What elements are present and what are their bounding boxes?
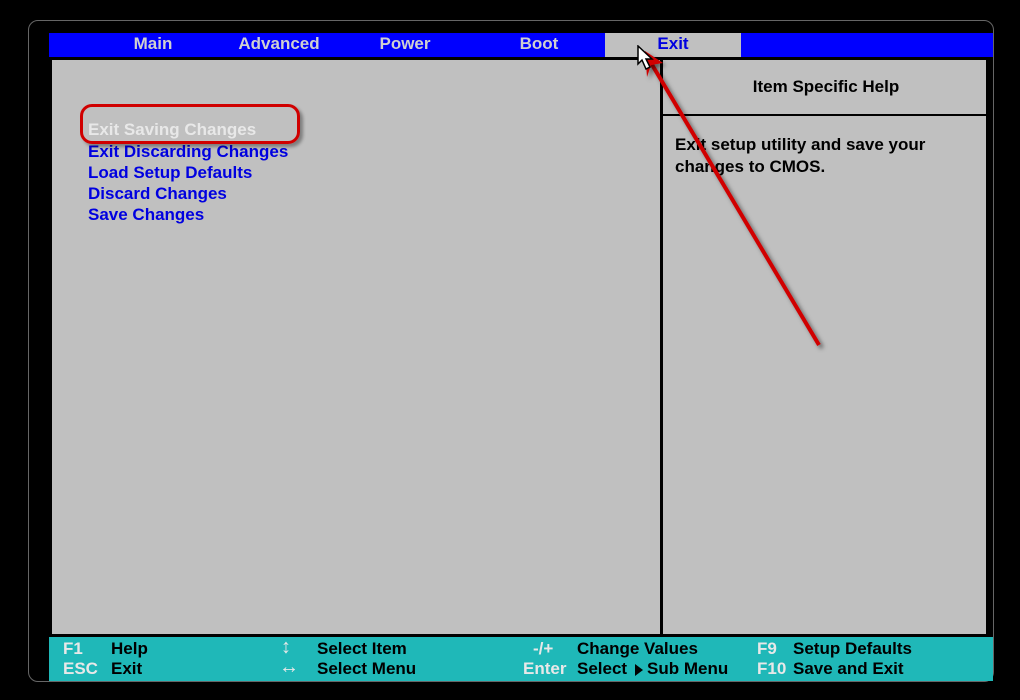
help-title: Item Specific Help [663, 60, 989, 116]
exit-menu-item-4[interactable]: Save Changes [88, 205, 204, 225]
label-help: Help [111, 639, 148, 659]
label-select-item: Select Item [317, 639, 407, 659]
help-text: Exit setup utility and save your changes… [675, 134, 977, 178]
key-f10: F10 [757, 659, 786, 679]
key-f1: F1 [63, 639, 83, 659]
bios-frame: Main Advanced Power Boot Exit Exit Saving Ch… [28, 20, 994, 682]
menubar: Main Advanced Power Boot Exit [49, 33, 993, 57]
key-minus-plus: -/+ [533, 639, 553, 659]
label-setup-defaults: Setup Defaults [793, 639, 912, 659]
menubar-tab-main[interactable]: Main [103, 33, 203, 57]
body-area: Exit Saving ChangesExit Discarding Chang… [49, 57, 989, 637]
updown-icon: ↕ [281, 637, 291, 657]
label-select-menu: Select Menu [317, 659, 416, 679]
exit-menu-item-1[interactable]: Exit Discarding Changes [88, 142, 288, 162]
exit-menu-item-2[interactable]: Load Setup Defaults [88, 163, 252, 183]
label-save-and-exit: Save and Exit [793, 659, 904, 679]
key-enter: Enter [523, 659, 566, 679]
menubar-tab-advanced[interactable]: Advanced [219, 33, 339, 57]
label-exit: Exit [111, 659, 142, 679]
help-pane: Item Specific Help Exit setup utility an… [660, 60, 989, 634]
exit-menu-item-0[interactable]: Exit Saving Changes [88, 120, 256, 140]
key-esc: ESC [63, 659, 98, 679]
label-sub-menu: Sub Menu [647, 659, 728, 679]
key-f9: F9 [757, 639, 777, 659]
menubar-tab-exit[interactable]: Exit [605, 33, 741, 57]
menubar-tab-boot[interactable]: Boot [489, 33, 589, 57]
leftright-icon: ↔ [279, 657, 299, 677]
triangle-right-icon [635, 664, 643, 676]
label-select: Select [577, 659, 627, 679]
exit-menu-item-3[interactable]: Discard Changes [88, 184, 227, 204]
footer-key-help: F1 Help ↕ Select Item -/+ Change Values … [49, 637, 993, 681]
exit-menu-pane: Exit Saving ChangesExit Discarding Chang… [52, 60, 660, 634]
menubar-tab-power[interactable]: Power [355, 33, 455, 57]
label-change-values: Change Values [577, 639, 698, 659]
